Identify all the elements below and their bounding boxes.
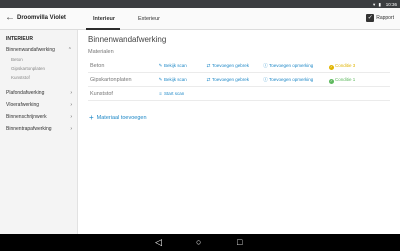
nav-home-icon[interactable]: ○: [196, 237, 201, 247]
app-title: Droomvilla Violet: [17, 15, 66, 21]
material-name: Kunststof: [90, 91, 113, 97]
list-icon: ≡: [159, 91, 162, 96]
nav-back-icon[interactable]: ◁: [155, 237, 162, 247]
add-remark-button[interactable]: ⓘToevoegen opmerking: [263, 77, 313, 83]
info-icon: ⓘ: [263, 77, 268, 82]
sidebar: INTERIEUR Binnenwandafwerking ⌃ Beton Gi…: [0, 30, 78, 234]
add-material-button[interactable]: + Materiaal toevoegen: [89, 113, 147, 122]
checkbox-icon: ✓: [366, 14, 375, 22]
condition-status: ✓ Conditie 1: [329, 77, 356, 84]
sidebar-item-vloerafwerking[interactable]: Vloerafwerking ›: [6, 102, 74, 108]
page-title: Binnenwandafwerking: [88, 35, 167, 44]
status-bar: ▾ ▮ 10:36: [0, 0, 400, 8]
material-row-gipskartonplaten: Gipskartonplaten ✎ Bekijk scan ⇄ Toevoegen…: [88, 74, 390, 87]
link-icon: ⇄: [206, 63, 211, 68]
chevron-up-icon: ⌃: [67, 47, 72, 53]
sidebar-item-binnenwandafwerking[interactable]: Binnenwandafwerking ⌃: [6, 47, 74, 53]
sidebar-subitem-kunststof[interactable]: Kunststof: [11, 75, 30, 80]
arrow-left-icon[interactable]: ←: [5, 12, 15, 24]
nav-recents-icon[interactable]: □: [237, 237, 242, 247]
sidebar-header: INTERIEUR: [6, 36, 33, 42]
report-button[interactable]: ✓ Rapport: [366, 14, 394, 22]
info-icon: ⓘ: [263, 63, 268, 68]
status-time: 10:36: [385, 1, 397, 7]
pencil-icon: ✎: [158, 63, 163, 68]
sidebar-subitem-beton[interactable]: Beton: [11, 57, 23, 62]
material-row-beton: Beton ✎ Bekijk scan ⇄ Toevoegen gebrek ⓘTo…: [88, 60, 390, 73]
view-scan-button[interactable]: ✎ Bekijk scan: [158, 77, 187, 83]
sidebar-item-binnentrapafwerking[interactable]: Binnentrapafwerking ›: [6, 126, 74, 132]
chevron-right-icon: ›: [70, 114, 72, 120]
sidebar-item-label: Plafondafwerking: [6, 90, 45, 96]
pencil-icon: ✎: [158, 77, 163, 82]
check-circle-icon: ✓: [329, 78, 334, 84]
add-remark-button[interactable]: ⓘToevoegen opmerking: [263, 63, 313, 69]
tab-exterieur[interactable]: Exterieur: [138, 16, 160, 22]
chevron-right-icon: ›: [70, 126, 72, 132]
main-content: Binnenwandafwerking Materialen Beton ✎ Be…: [79, 30, 400, 234]
sidebar-item-label: Binnenwandafwerking: [6, 47, 55, 53]
report-label: Rapport: [376, 15, 394, 21]
condition-status: ✓ Conditie 3: [329, 63, 356, 70]
section-label-materialen: Materialen: [88, 49, 114, 55]
status-icons: ▾ ▮: [373, 1, 382, 7]
check-circle-icon: ✓: [329, 64, 334, 70]
material-name: Gipskartonplaten: [90, 77, 132, 83]
link-icon: ⇄: [206, 77, 211, 82]
add-defect-button[interactable]: ⇄ Toevoegen gebrek: [206, 77, 249, 83]
add-defect-button[interactable]: ⇄ Toevoegen gebrek: [206, 63, 249, 69]
start-scan-button[interactable]: ≡ Start scan: [158, 91, 184, 96]
view-scan-button[interactable]: ✎ Bekijk scan: [158, 63, 187, 69]
material-row-kunststof: Kunststof ≡ Start scan: [88, 88, 390, 101]
sidebar-item-binnenschrijnwerk[interactable]: Binnenschrijnwerk ›: [6, 114, 74, 120]
sidebar-item-label: Vloerafwerking: [6, 102, 40, 108]
sidebar-item-label: Binnentrapafwerking: [6, 126, 52, 132]
material-name: Beton: [90, 63, 105, 69]
app-bar: ← Droomvilla Violet Interieur Exterieur …: [0, 8, 400, 30]
sidebar-item-plafondafwerking[interactable]: Plafondafwerking ›: [6, 90, 74, 96]
chevron-right-icon: ›: [70, 102, 72, 108]
navigation-bar: ◁ ○ □: [0, 234, 400, 251]
tab-interieur[interactable]: Interieur: [93, 16, 115, 22]
sidebar-subitem-gipskartonplaten[interactable]: Gipskartonplaten: [11, 66, 45, 71]
plus-icon: +: [89, 113, 94, 122]
chevron-right-icon: ›: [70, 90, 72, 96]
sidebar-item-label: Binnenschrijnwerk: [6, 114, 47, 120]
